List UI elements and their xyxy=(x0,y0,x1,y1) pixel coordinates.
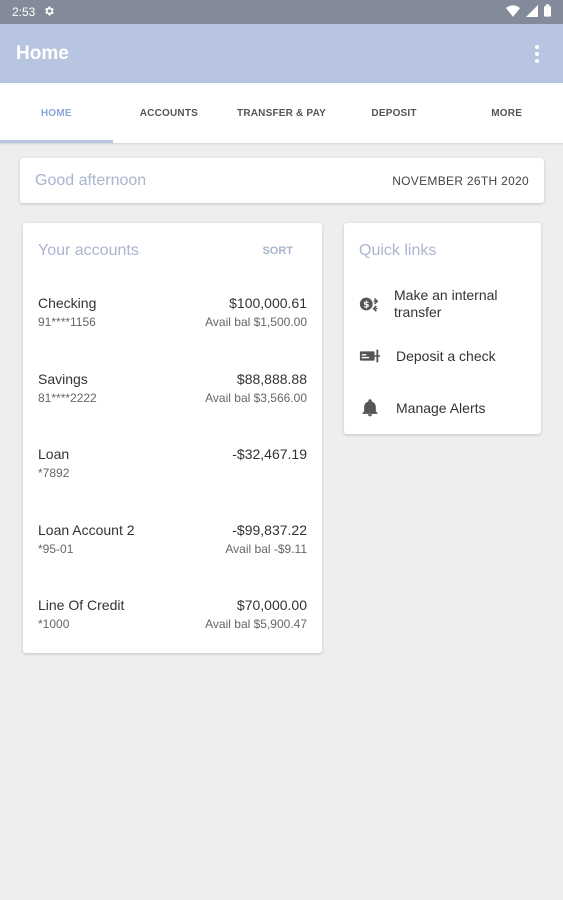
quick-link-deposit-check[interactable]: Deposit a check xyxy=(344,330,541,382)
bell-icon xyxy=(358,396,382,420)
status-time: 2:53 xyxy=(12,5,36,19)
account-balance: $70,000.00 xyxy=(236,597,307,613)
account-number: 81****2222 xyxy=(38,390,97,405)
accounts-title: Your accounts xyxy=(38,241,139,259)
quick-link-label: Deposit a check xyxy=(396,347,496,364)
status-bar: 2:53 xyxy=(0,0,563,24)
accounts-card: Your accounts SORT Checking 91****1156 $… xyxy=(23,223,322,653)
account-name: Loan Account 2 xyxy=(38,521,135,538)
account-name: Checking xyxy=(38,295,97,311)
greeting-date: NOVEMBER 26TH 2020 xyxy=(392,173,529,188)
signal-icon xyxy=(526,4,538,20)
account-number: *7892 xyxy=(38,466,70,480)
quick-link-label: Make an internal transfer xyxy=(394,287,498,320)
quick-links-card: Quick links $ Make an internal transfer … xyxy=(344,223,541,434)
account-row-line-of-credit[interactable]: Line Of Credit *1000 $70,000.00 Avail ba… xyxy=(23,580,322,656)
account-row-loan[interactable]: Loan *7892 -$32,467.19 xyxy=(23,429,322,505)
account-number: *95-01 xyxy=(38,541,74,556)
account-available-balance: Avail bal $5,900.47 xyxy=(205,617,307,631)
account-name: Loan xyxy=(38,446,70,462)
page-title: Home xyxy=(16,42,69,64)
account-balance: -$32,467.19 xyxy=(232,446,307,462)
accounts-header: Your accounts SORT xyxy=(23,223,322,278)
account-balance: -$99,837.22 xyxy=(232,521,307,538)
app-bar: Home xyxy=(0,24,563,83)
quick-link-manage-alerts[interactable]: Manage Alerts xyxy=(344,382,541,434)
tab-deposit[interactable]: DEPOSIT xyxy=(338,83,451,143)
account-name: Savings xyxy=(38,370,88,387)
account-balance: $88,888.88 xyxy=(236,370,307,387)
account-available-balance: Avail bal $1,500.00 xyxy=(205,315,307,329)
account-number: *1000 xyxy=(38,617,70,631)
check-deposit-icon xyxy=(358,344,382,368)
quick-link-label: Manage Alerts xyxy=(396,399,486,416)
tab-home[interactable]: HOME xyxy=(0,83,113,143)
wifi-icon xyxy=(506,4,520,20)
account-available-balance: Avail bal -$9.11 xyxy=(225,541,307,556)
account-balance: $100,000.61 xyxy=(229,295,307,311)
quick-links-title: Quick links xyxy=(359,241,437,259)
battery-icon xyxy=(544,4,551,20)
transfer-icon: $ xyxy=(358,292,380,316)
tab-more[interactable]: MORE xyxy=(450,83,563,143)
svg-text:$: $ xyxy=(363,300,369,311)
greeting-card: Good afternoon NOVEMBER 26TH 2020 xyxy=(20,158,544,203)
tab-bar: HOME ACCOUNTS TRANSFER & PAY DEPOSIT MOR… xyxy=(0,83,563,143)
sort-button[interactable]: SORT xyxy=(262,245,293,257)
account-row-loan-account-2[interactable]: Loan Account 2 *95-01 -$99,837.22 Avail … xyxy=(23,505,322,581)
overflow-menu-icon[interactable] xyxy=(527,42,547,66)
quick-link-internal-transfer[interactable]: $ Make an internal transfer xyxy=(344,278,541,330)
account-number: 91****1156 xyxy=(38,315,96,329)
account-row-savings[interactable]: Savings 81****2222 $88,888.88 Avail bal … xyxy=(23,354,322,430)
account-available-balance: Avail bal $3,566.00 xyxy=(205,390,307,405)
tab-accounts[interactable]: ACCOUNTS xyxy=(113,83,226,143)
greeting-text: Good afternoon xyxy=(35,171,147,189)
tab-transfer-pay[interactable]: TRANSFER & PAY xyxy=(225,83,338,143)
settings-gear-icon xyxy=(43,5,55,20)
account-name: Line Of Credit xyxy=(38,597,125,613)
account-row-checking[interactable]: Checking 91****1156 $100,000.61 Avail ba… xyxy=(23,278,322,354)
